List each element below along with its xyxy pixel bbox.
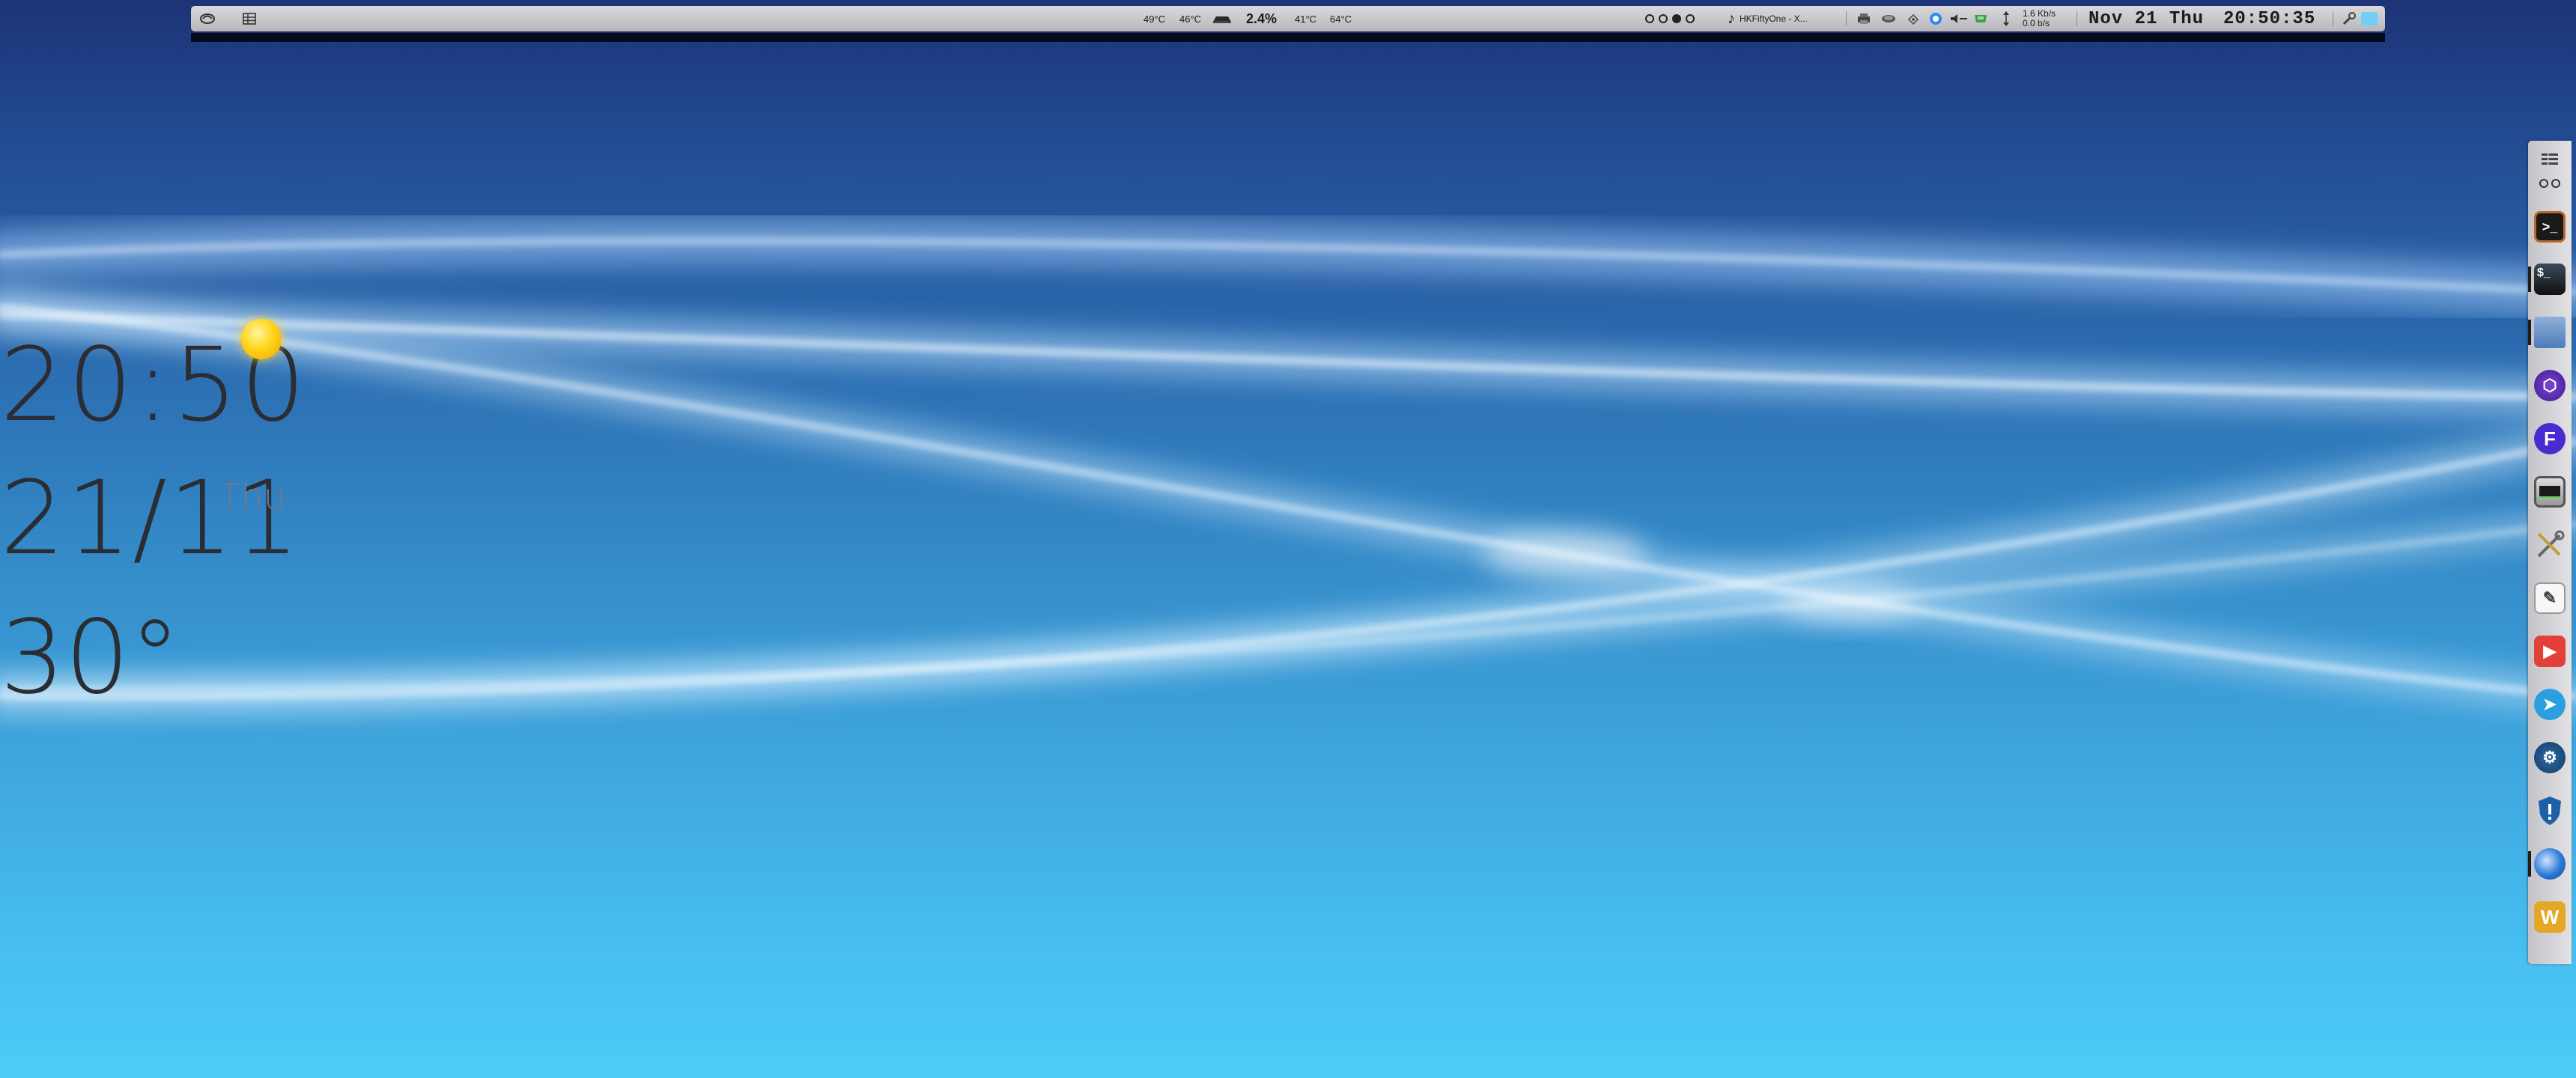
menu-button[interactable] (197, 6, 218, 31)
net-speed: 1.6 Kb/s 0.0 b/s (2023, 6, 2056, 31)
system-tray (1856, 6, 2011, 31)
net-upload: 0.0 b/s (2023, 18, 2050, 28)
tools-icon (2537, 530, 2565, 558)
desklet-temperature: 30° (0, 599, 181, 717)
dock-f-app[interactable]: F (2528, 415, 2572, 462)
terminal-icon: $_ (2534, 264, 2566, 295)
dock-hexagon-app[interactable]: ⬡ (2528, 362, 2572, 409)
workspace-4[interactable] (1686, 14, 1695, 23)
workspace-switcher (1645, 6, 1699, 31)
running-indicator (2528, 851, 2531, 877)
dock-system-monitor[interactable] (2528, 469, 2572, 515)
terminal-dog-icon: >_ (2534, 211, 2566, 243)
dock-shield-app[interactable] (2528, 788, 2572, 834)
sun-icon (241, 319, 282, 359)
right-dock: >_ $_ ⬡ F ✎ ▶ ➤ ⚙ W (2528, 141, 2572, 964)
dock-thunderbird[interactable] (2528, 841, 2572, 887)
cpu-temp: 49°C (1143, 13, 1166, 25)
wallpaper (0, 218, 2576, 714)
file-manager-icon (2534, 317, 2566, 348)
telegram-icon: ➤ (2534, 689, 2566, 720)
desklet-day-of-week: Thu (219, 476, 287, 518)
printer-icon[interactable] (1856, 12, 1871, 25)
separator (1846, 11, 1847, 26)
dock-window-arrange[interactable] (2528, 172, 2572, 195)
dock-text-editor[interactable]: ✎ (2528, 575, 2572, 621)
hardware-icon (1212, 6, 1233, 31)
shield-app-icon (2539, 797, 2561, 825)
dock-telegram[interactable]: ➤ (2528, 681, 2572, 728)
top-panel: 49°C 46°C 2.4% 41°C 64°C ♪ HKFiftyOne - … (191, 6, 2385, 31)
video-player-icon: ▶ (2534, 636, 2566, 667)
show-desktop-button[interactable] (240, 6, 258, 31)
notification-button[interactable] (2361, 6, 2378, 31)
update-icon[interactable] (1928, 11, 1943, 26)
text-editor-icon: ✎ (2534, 582, 2566, 614)
disk-temp: 41°C (1295, 13, 1317, 25)
dock-file-manager[interactable] (2528, 309, 2572, 356)
workspace-3[interactable] (1672, 14, 1681, 23)
dock-w-app[interactable]: W (2528, 894, 2572, 940)
dock-terminal[interactable]: $_ (2528, 256, 2572, 302)
sound-applet[interactable]: ♪ HKFiftyOne - X... (1728, 6, 1808, 31)
workspace-2[interactable] (1659, 14, 1668, 23)
gpu-temp: 46°C (1179, 13, 1202, 25)
thunderbird-icon (2534, 848, 2566, 880)
hexagon-app-icon: ⬡ (2534, 370, 2566, 401)
system-monitor-icon (2534, 476, 2566, 508)
window-arrange-icon (2539, 179, 2560, 188)
shield-tray-icon[interactable] (1973, 12, 1988, 25)
settings-button[interactable] (2342, 6, 2357, 31)
running-indicator (2528, 267, 2531, 292)
dock-tools[interactable] (2528, 522, 2572, 568)
running-indicator (2528, 320, 2531, 345)
grid-icon (243, 13, 256, 25)
cpu-usage: 2.4% (1246, 10, 1278, 26)
network-icon[interactable] (1906, 12, 1921, 25)
panel-date[interactable]: Nov 21 Thu (2089, 6, 2204, 31)
cinnamon-menu-icon (200, 13, 215, 24)
wrench-icon (2342, 12, 2356, 25)
panel-clock[interactable]: 20:50:35 (2223, 6, 2315, 31)
drive-icon[interactable] (1880, 13, 1897, 25)
dock-video-player[interactable]: ▶ (2528, 628, 2572, 674)
w-app-icon: W (2534, 901, 2566, 933)
chip-icon (1213, 16, 1231, 23)
workspace-1[interactable] (1645, 14, 1654, 23)
now-playing-title: HKFiftyOne - X... (1740, 13, 1808, 24)
music-note-icon: ♪ (1728, 10, 1735, 27)
dock-terminal-dog[interactable]: >_ (2528, 204, 2572, 250)
notification-icon (2361, 12, 2378, 25)
app-menu-icon (2542, 153, 2558, 165)
volume-icon[interactable] (1949, 13, 1969, 25)
panel-shadow (191, 33, 2385, 42)
dock-steam[interactable]: ⚙ (2528, 734, 2572, 781)
board-temp: 64°C (1330, 13, 1352, 25)
f-app-icon: F (2534, 423, 2566, 454)
arrows-icon[interactable] (2002, 10, 2011, 27)
steam-icon: ⚙ (2534, 742, 2566, 773)
